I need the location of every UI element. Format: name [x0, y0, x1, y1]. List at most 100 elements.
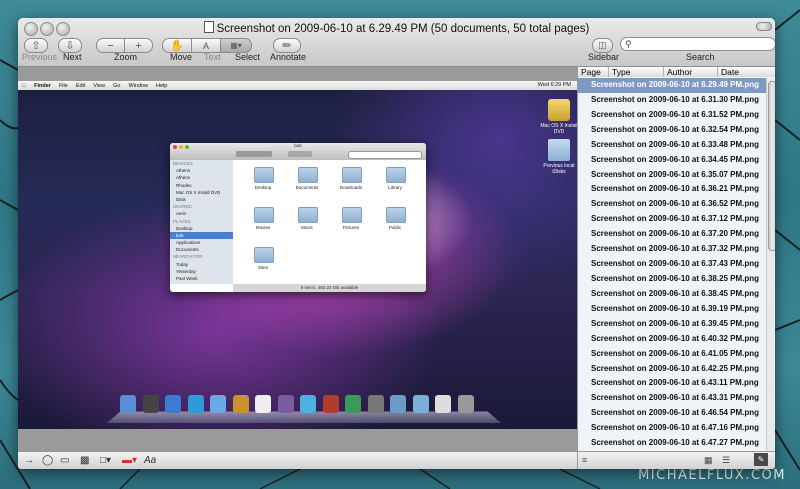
- move-tool-button[interactable]: ✋: [162, 38, 192, 53]
- embedded-finder-window: bob DEVICES Athens Athens Rhodes Mac OS X In…: [170, 143, 426, 292]
- document-list-item[interactable]: Screenshot on 2009-06-10 at 6.36.21 PM.p…: [578, 182, 766, 197]
- column-type[interactable]: Type: [609, 67, 664, 77]
- desktop-icon-label-idisks: Previous local iDisks: [543, 163, 575, 175]
- document-list-item[interactable]: Screenshot on 2009-06-10 at 6.31.30 PM.p…: [578, 93, 766, 108]
- menu-go: Go: [109, 82, 120, 89]
- document-list-item[interactable]: Screenshot on 2009-06-10 at 6.42.25 PM.p…: [578, 362, 766, 377]
- column-date[interactable]: Date: [718, 67, 775, 77]
- arrow-tool-icon[interactable]: →: [24, 455, 34, 466]
- apple-icon: : [22, 83, 26, 89]
- rectangle-tool-icon[interactable]: ▭: [60, 455, 69, 466]
- column-page[interactable]: Page: [578, 67, 609, 77]
- dock-app-icon: [277, 395, 294, 413]
- speech-bubble-tool-icon[interactable]: □▾: [100, 455, 111, 466]
- finder-sidebar-item: Yesterday: [176, 268, 196, 274]
- view-mode-icon: [236, 151, 272, 157]
- document-list-item[interactable]: Screenshot on 2009-06-10 at 6.34.45 PM.p…: [578, 153, 766, 168]
- folder-label: Downloads: [339, 185, 363, 190]
- document-list-item[interactable]: Screenshot on 2009-06-10 at 6.38.45 PM.p…: [578, 287, 766, 302]
- document-list-item[interactable]: Screenshot on 2009-06-10 at 6.38.25 PM.p…: [578, 272, 766, 287]
- document-list-item[interactable]: Screenshot on 2009-06-10 at 6.37.43 PM.p…: [578, 257, 766, 272]
- document-list-item[interactable]: Screenshot on 2009-06-10 at 6.47.16 PM.p…: [578, 421, 766, 436]
- finder-toolbar: bob: [170, 143, 426, 160]
- sidebar-icon: ◫: [598, 40, 607, 50]
- document-view[interactable]:  Finder File Edit View Go Window Help W…: [18, 67, 577, 451]
- grid-view-icon[interactable]: ▦: [704, 455, 713, 466]
- document-list-item[interactable]: Screenshot on 2009-06-10 at 6.46.54 PM.p…: [578, 406, 766, 421]
- finder-sidebar-header: SEARCH FOR: [173, 254, 203, 260]
- document-list-item[interactable]: Screenshot on 2009-06-10 at 6.41.05 PM.p…: [578, 347, 766, 362]
- zoom-label: Zoom: [114, 52, 138, 62]
- font-icon[interactable]: Aa: [144, 455, 156, 466]
- folder-icon: [254, 207, 274, 223]
- window-title-row: Screenshot on 2009-06-10 at 6.29.49 PM (…: [18, 21, 775, 35]
- document-list-item[interactable]: Screenshot on 2009-06-10 at 6.31.52 PM.p…: [578, 108, 766, 123]
- window-title: Screenshot on 2009-06-10 at 6.29.49 PM (…: [216, 23, 590, 35]
- document-list-item[interactable]: Screenshot on 2009-06-10 at 6.37.12 PM.p…: [578, 212, 766, 227]
- previous-button[interactable]: ⇧: [24, 38, 48, 53]
- minus-icon: −: [107, 39, 114, 52]
- zoom-in-button[interactable]: +: [124, 38, 153, 53]
- document-list-item[interactable]: Screenshot on 2009-06-10 at 6.32.54 PM.p…: [578, 123, 766, 138]
- select-tool-button[interactable]: ▦▾: [220, 38, 252, 53]
- document-list-item[interactable]: Screenshot on 2009-06-10 at 6.39.45 PM.p…: [578, 317, 766, 332]
- document-list-item[interactable]: Screenshot on 2009-06-10 at 6.37.20 PM.p…: [578, 227, 766, 242]
- column-author[interactable]: Author: [664, 67, 718, 77]
- menubar-clock: Wed 6:29 PM: [537, 82, 571, 88]
- annotate-button[interactable]: ✏: [273, 38, 301, 53]
- search-field[interactable]: ⚲: [620, 37, 775, 54]
- dock-app-icon: [210, 395, 226, 413]
- document-list-item[interactable]: Screenshot on 2009-06-10 at 6.47.27 PM.p…: [578, 436, 766, 451]
- finder-sidebar-header: SHARED: [173, 204, 192, 210]
- dock-app-icon: [120, 395, 136, 413]
- vertical-scrollbar[interactable]: [766, 78, 775, 451]
- text-box-tool-icon[interactable]: ▩: [80, 455, 89, 466]
- sidebar-label: Sidebar: [588, 52, 620, 62]
- next-label: Next: [63, 52, 82, 62]
- toolbar-toggle-button[interactable]: [756, 22, 772, 31]
- next-button[interactable]: ⇩: [58, 38, 82, 53]
- arrow-up-icon: ⇧: [31, 40, 41, 52]
- dock-app-icon: [165, 395, 181, 413]
- document-list-item[interactable]: Screenshot on 2009-06-10 at 6.37.32 PM.p…: [578, 242, 766, 257]
- document-list-item[interactable]: Screenshot on 2009-06-10 at 6.35.07 PM.p…: [578, 168, 766, 183]
- list-view-icon[interactable]: ☰: [722, 455, 730, 466]
- resize-grip-icon[interactable]: ≡: [582, 455, 587, 465]
- folder-label: Documents: [295, 185, 319, 190]
- dock-app-icon: [232, 395, 249, 413]
- oval-tool-icon[interactable]: ◯: [42, 455, 53, 466]
- folder-icon: [386, 167, 406, 183]
- folder-icon: [254, 167, 274, 183]
- document-list-item[interactable]: Screenshot on 2009-06-10 at 6.29.49 PM.p…: [578, 78, 766, 93]
- zoom-out-button[interactable]: −: [96, 38, 125, 53]
- search-label: Search: [686, 52, 715, 62]
- dvd-icon: [548, 99, 570, 121]
- menu-view: View: [89, 82, 105, 89]
- move-label: Move: [170, 52, 193, 62]
- scroll-thumb[interactable]: [768, 81, 775, 251]
- sidebar-button[interactable]: ◫: [592, 38, 613, 53]
- edit-icon[interactable]: ✎: [754, 453, 768, 466]
- document-list-item[interactable]: Screenshot on 2009-06-10 at 6.43.31 PM.p…: [578, 391, 766, 406]
- finder-sidebar-item: iDisk: [176, 196, 186, 202]
- folder-label: Desktop: [254, 185, 272, 190]
- document-list-item[interactable]: Screenshot on 2009-06-10 at 6.43.11 PM.p…: [578, 376, 766, 391]
- search-icon: ⚲: [625, 39, 632, 49]
- text-tool-button[interactable]: A: [191, 38, 221, 53]
- document-list-item[interactable]: Screenshot on 2009-06-10 at 6.36.52 PM.p…: [578, 197, 766, 212]
- document-list-item[interactable]: Screenshot on 2009-06-10 at 6.33.48 PM.p…: [578, 138, 766, 153]
- finder-sidebar-item: Desktop: [176, 225, 193, 231]
- dock-app-icon: [435, 395, 451, 413]
- finder-sidebar-item: Rhodes: [176, 182, 192, 188]
- document-list-item[interactable]: Screenshot on 2009-06-10 at 6.39.19 PM.p…: [578, 302, 766, 317]
- color-picker-icon[interactable]: ▬▾: [122, 455, 137, 466]
- menu-window: Window: [124, 82, 148, 89]
- dock-app-icon: [390, 395, 406, 413]
- folder-label: Pictures: [342, 225, 360, 230]
- document-list-item[interactable]: Screenshot on 2009-06-10 at 6.40.32 PM.p…: [578, 332, 766, 347]
- menu-edit: Edit: [71, 82, 85, 89]
- dock-app-icon: [412, 395, 429, 413]
- dock-app-icon: [300, 395, 316, 413]
- dock-app-icon: [367, 395, 384, 413]
- dock-app-icon: [322, 395, 339, 413]
